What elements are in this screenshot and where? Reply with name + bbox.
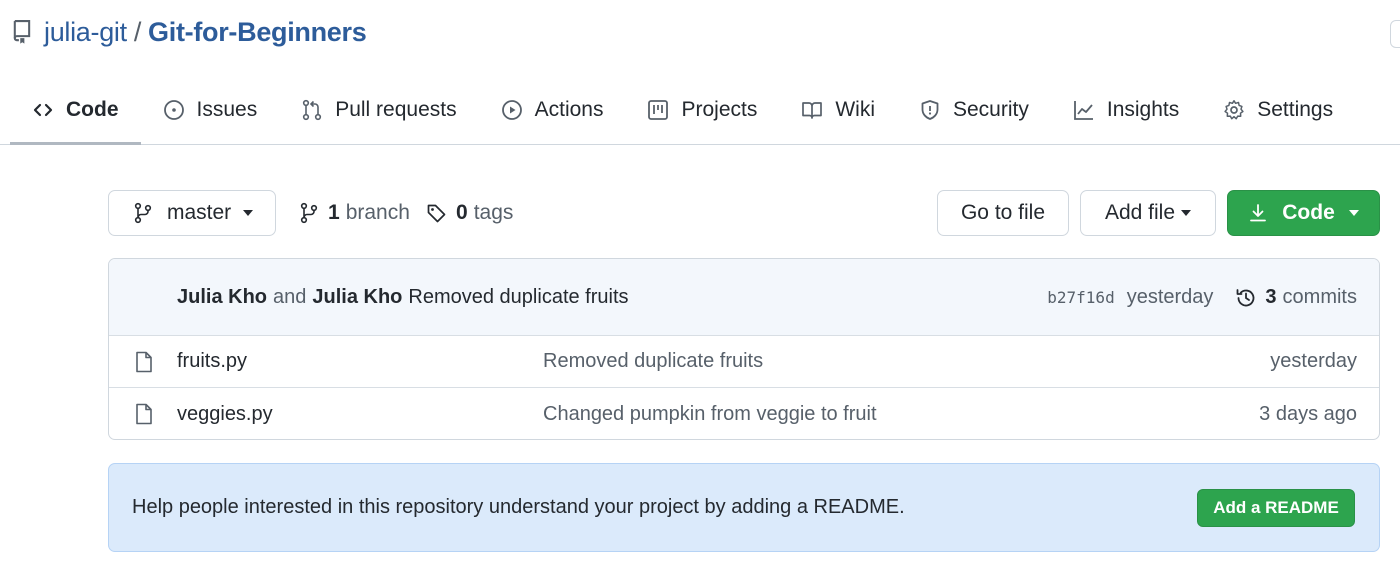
latest-commit-message: Julia Kho and Julia Kho Removed duplicat… (177, 259, 629, 336)
tab-pull-requests-label: Pull requests (335, 98, 457, 121)
issue-opened-icon (163, 99, 185, 121)
tab-issues[interactable]: Issues (141, 78, 280, 142)
tab-actions[interactable]: Actions (479, 78, 626, 142)
repo-header: julia-git / Git-for-Beginners Code Issue… (0, 0, 1400, 145)
branch-select-button[interactable]: master (108, 190, 276, 236)
add-readme-button[interactable]: Add a README (1197, 489, 1355, 527)
git-branch-icon (298, 202, 320, 224)
file-commit-time: 3 days ago (1259, 402, 1357, 425)
latest-commit-meta: b27f16d yesterday 3 commits (1047, 259, 1357, 336)
tab-insights[interactable]: Insights (1051, 78, 1201, 142)
file-navigation-toolbar: master 1 branch 0 tags Go to file Add fi… (108, 190, 1380, 236)
chevron-down-icon (1348, 210, 1359, 216)
readme-prompt: Help people interested in this repositor… (108, 463, 1380, 552)
tab-wiki[interactable]: Wiki (779, 78, 897, 142)
commits-label: commits (1282, 286, 1357, 308)
file-name-link[interactable]: veggies.py (177, 403, 273, 426)
tab-wiki-label: Wiki (835, 98, 875, 121)
add-file-button[interactable]: Add file (1080, 190, 1216, 236)
add-file-label: Add file (1104, 201, 1176, 224)
shield-icon (919, 99, 941, 121)
branches-link[interactable]: 1 branch (298, 190, 410, 236)
tab-code[interactable]: Code (10, 78, 141, 145)
gear-icon (1223, 99, 1245, 121)
readme-prompt-text: Help people interested in this repositor… (132, 496, 905, 518)
history-icon (1235, 287, 1257, 309)
commit-author-connector: and (273, 286, 307, 308)
repo-owner-link[interactable]: julia-git (44, 17, 127, 48)
commit-sha-link[interactable]: b27f16d (1047, 288, 1114, 307)
tab-pull-requests[interactable]: Pull requests (279, 78, 478, 142)
tab-issues-label: Issues (196, 98, 258, 121)
tab-security-label: Security (953, 98, 1029, 121)
file-row[interactable]: fruits.py Removed duplicate fruits yeste… (109, 336, 1379, 388)
commit-message-link[interactable]: Removed duplicate fruits (408, 286, 628, 309)
tab-code-label: Code (66, 98, 119, 121)
file-list: Julia Kho and Julia Kho Removed duplicat… (108, 258, 1380, 440)
tab-projects-label: Projects (681, 98, 758, 121)
repo-path-separator: / (133, 16, 142, 47)
repo-nav-tabs: Code Issues Pull requests Actions Projec… (10, 78, 1355, 145)
tab-settings-label: Settings (1257, 98, 1334, 121)
file-icon (135, 351, 153, 373)
chevron-down-icon (243, 210, 254, 216)
git-pull-request-icon (301, 99, 323, 121)
code-download-button[interactable]: Code (1227, 190, 1380, 236)
book-icon (801, 99, 823, 121)
branch-count: 1 (328, 201, 340, 224)
repo-icon (12, 19, 34, 45)
download-icon (1248, 203, 1268, 223)
chevron-down-icon (1181, 210, 1192, 216)
header-edge-button[interactable] (1390, 20, 1400, 48)
tab-actions-label: Actions (534, 98, 604, 121)
file-name-link[interactable]: fruits.py (177, 350, 247, 373)
repo-title: julia-git / Git-for-Beginners (12, 14, 367, 50)
file-commit-message-link[interactable]: Changed pumpkin from veggie to fruit (543, 403, 877, 426)
tag-label: tags (473, 201, 514, 224)
table-icon (647, 99, 669, 121)
file-row[interactable]: veggies.py Changed pumpkin from veggie t… (109, 388, 1379, 439)
repo-name-link[interactable]: Git-for-Beginners (148, 17, 367, 48)
file-commit-message-link[interactable]: Removed duplicate fruits (543, 350, 763, 373)
code-icon (32, 99, 54, 121)
file-icon (135, 403, 153, 425)
play-icon (501, 99, 523, 121)
code-button-label: Code (1282, 201, 1335, 224)
tab-insights-label: Insights (1106, 98, 1180, 121)
commit-author-link[interactable]: Julia Kho (177, 286, 267, 309)
tag-count: 0 (456, 201, 468, 224)
graph-icon (1073, 99, 1095, 121)
commit-time: yesterday (1126, 286, 1214, 308)
latest-commit-bar: Julia Kho and Julia Kho Removed duplicat… (109, 259, 1379, 336)
tab-projects[interactable]: Projects (625, 78, 779, 142)
branch-name: master (167, 201, 232, 224)
tag-icon (426, 202, 448, 224)
tab-security[interactable]: Security (897, 78, 1051, 142)
tags-link[interactable]: 0 tags (426, 190, 513, 236)
file-commit-time: yesterday (1270, 350, 1357, 372)
commit-count: 3 (1265, 286, 1277, 308)
commit-coauthor-link[interactable]: Julia Kho (312, 286, 402, 309)
branch-label: branch (345, 201, 410, 224)
tab-settings[interactable]: Settings (1201, 78, 1355, 142)
git-branch-icon (133, 202, 153, 224)
commit-history-link[interactable]: 3 commits (1235, 286, 1357, 309)
go-to-file-button[interactable]: Go to file (937, 190, 1069, 236)
